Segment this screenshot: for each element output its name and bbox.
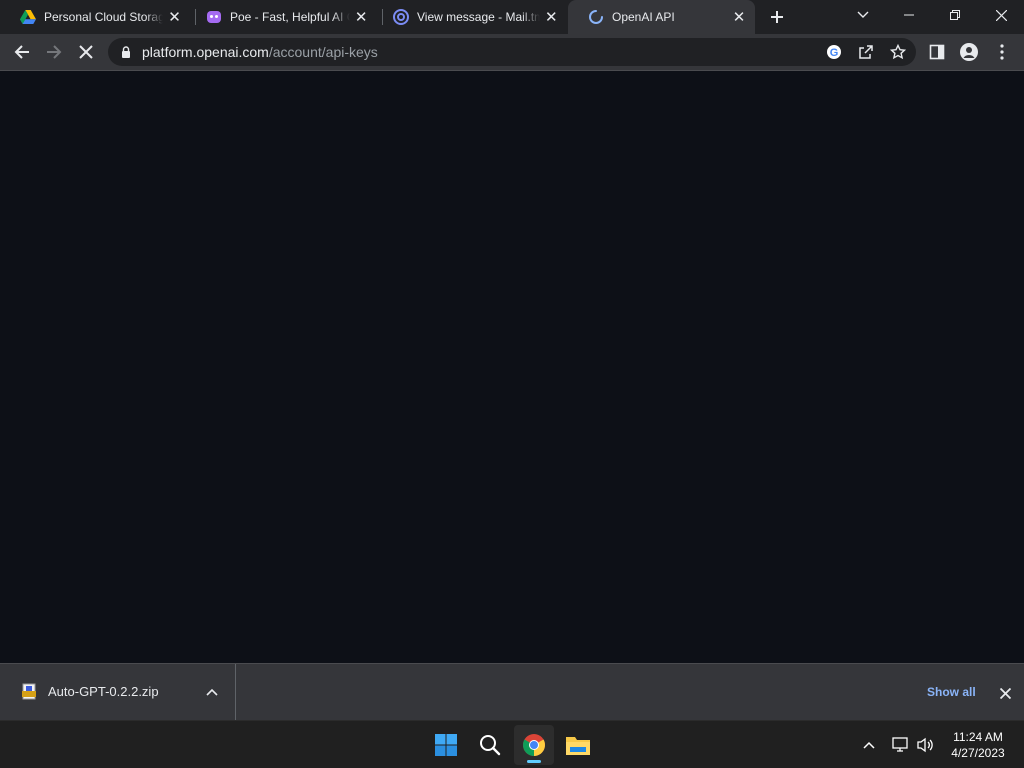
close-icon[interactable]: ✕ bbox=[731, 9, 747, 26]
arrow-left-icon bbox=[14, 45, 29, 59]
new-tab-button[interactable] bbox=[765, 5, 789, 29]
chevron-up-icon[interactable] bbox=[204, 684, 220, 700]
download-item[interactable]: Auto-GPT-0.2.2.zip bbox=[0, 664, 236, 721]
restore-icon bbox=[950, 10, 960, 20]
tab-poe[interactable]: Poe - Fast, Helpful AI Chat ✕ bbox=[186, 0, 376, 34]
chevron-down-icon bbox=[857, 11, 869, 18]
search-icon bbox=[480, 735, 501, 756]
google-drive-icon bbox=[20, 9, 36, 25]
close-icon bbox=[999, 687, 1011, 699]
clock-date: 4/27/2023 bbox=[951, 746, 1005, 760]
kebab-menu-icon bbox=[1000, 44, 1004, 60]
active-app-indicator bbox=[527, 760, 541, 763]
google-lens-icon[interactable]: G bbox=[825, 43, 843, 61]
svg-text:G: G bbox=[830, 47, 839, 59]
avatar-icon bbox=[960, 43, 978, 61]
share-icon[interactable] bbox=[857, 43, 875, 61]
tab-search-button[interactable] bbox=[840, 0, 886, 30]
close-icon[interactable]: ✕ bbox=[167, 9, 182, 26]
tab-title: OpenAI API bbox=[612, 10, 675, 24]
close-icon bbox=[995, 9, 1007, 21]
taskbar: 11:24 AM 4/27/2023 bbox=[0, 720, 1024, 768]
tab-mail-tm[interactable]: View message - Mail.tm ✕ bbox=[373, 0, 567, 34]
tab-title: Personal Cloud Storage bbox=[44, 10, 164, 24]
network-icon[interactable] bbox=[889, 733, 913, 757]
side-panel-icon bbox=[929, 44, 945, 60]
system-clock[interactable]: 11:24 AM 4/27/2023 bbox=[940, 729, 1016, 761]
plus-icon bbox=[771, 11, 783, 23]
address-bar[interactable]: platform.openai.com/account/api-keys G bbox=[108, 38, 916, 66]
folder-icon bbox=[566, 737, 590, 755]
close-icon[interactable]: ✕ bbox=[354, 9, 368, 26]
close-window-button[interactable] bbox=[978, 0, 1024, 30]
stop-loading-button[interactable] bbox=[72, 38, 100, 66]
browser-toolbar: platform.openai.com/account/api-keys G bbox=[0, 34, 1024, 71]
forward-button[interactable] bbox=[40, 38, 68, 66]
restore-button[interactable] bbox=[932, 0, 978, 30]
taskbar-file-explorer[interactable] bbox=[558, 725, 598, 765]
minimize-button[interactable] bbox=[886, 0, 932, 30]
poe-icon bbox=[206, 9, 222, 25]
start-button[interactable] bbox=[426, 725, 466, 765]
tab-title: View message - Mail.tm bbox=[417, 10, 540, 24]
tab-openai-api[interactable]: OpenAI API ✕ bbox=[568, 0, 755, 34]
taskbar-search-button[interactable] bbox=[470, 725, 510, 765]
minimize-icon bbox=[904, 14, 914, 16]
download-file-name: Auto-GPT-0.2.2.zip bbox=[48, 684, 159, 699]
taskbar-chrome[interactable] bbox=[514, 725, 554, 765]
stop-icon bbox=[79, 45, 93, 59]
clock-time: 11:24 AM bbox=[953, 730, 1003, 744]
tab-personal-cloud-storage[interactable]: Personal Cloud Storage ✕ bbox=[0, 0, 190, 34]
windows-logo-icon bbox=[435, 734, 457, 756]
chevron-up-icon bbox=[863, 741, 875, 749]
side-panel-button[interactable] bbox=[923, 38, 951, 66]
show-hidden-icons-button[interactable] bbox=[857, 733, 881, 757]
url-text[interactable]: platform.openai.com/account/api-keys bbox=[142, 44, 378, 60]
tab-title: Poe - Fast, Helpful AI Chat bbox=[230, 10, 350, 24]
menu-button[interactable] bbox=[988, 38, 1016, 66]
back-button[interactable] bbox=[8, 38, 36, 66]
volume-icon[interactable] bbox=[913, 733, 937, 757]
zip-file-icon bbox=[22, 683, 36, 700]
tab-strip: Personal Cloud Storage ✕ Poe - Fast, Hel… bbox=[0, 0, 1024, 34]
bookmark-star-icon[interactable] bbox=[889, 43, 907, 61]
profile-button[interactable] bbox=[955, 38, 983, 66]
arrow-right-icon bbox=[47, 45, 62, 59]
close-icon[interactable]: ✕ bbox=[544, 9, 559, 26]
chrome-icon bbox=[523, 734, 545, 756]
lock-icon[interactable] bbox=[119, 45, 133, 59]
url-host: platform.openai.com bbox=[142, 44, 269, 60]
close-download-bar-button[interactable] bbox=[995, 683, 1015, 703]
url-path: /account/api-keys bbox=[268, 44, 378, 60]
show-all-button[interactable]: Show all bbox=[916, 682, 987, 702]
loading-spinner-icon bbox=[588, 9, 604, 25]
page-content bbox=[0, 71, 1024, 663]
download-bar: Auto-GPT-0.2.2.zip Show all bbox=[0, 663, 1024, 721]
mail-at-icon bbox=[393, 9, 409, 25]
